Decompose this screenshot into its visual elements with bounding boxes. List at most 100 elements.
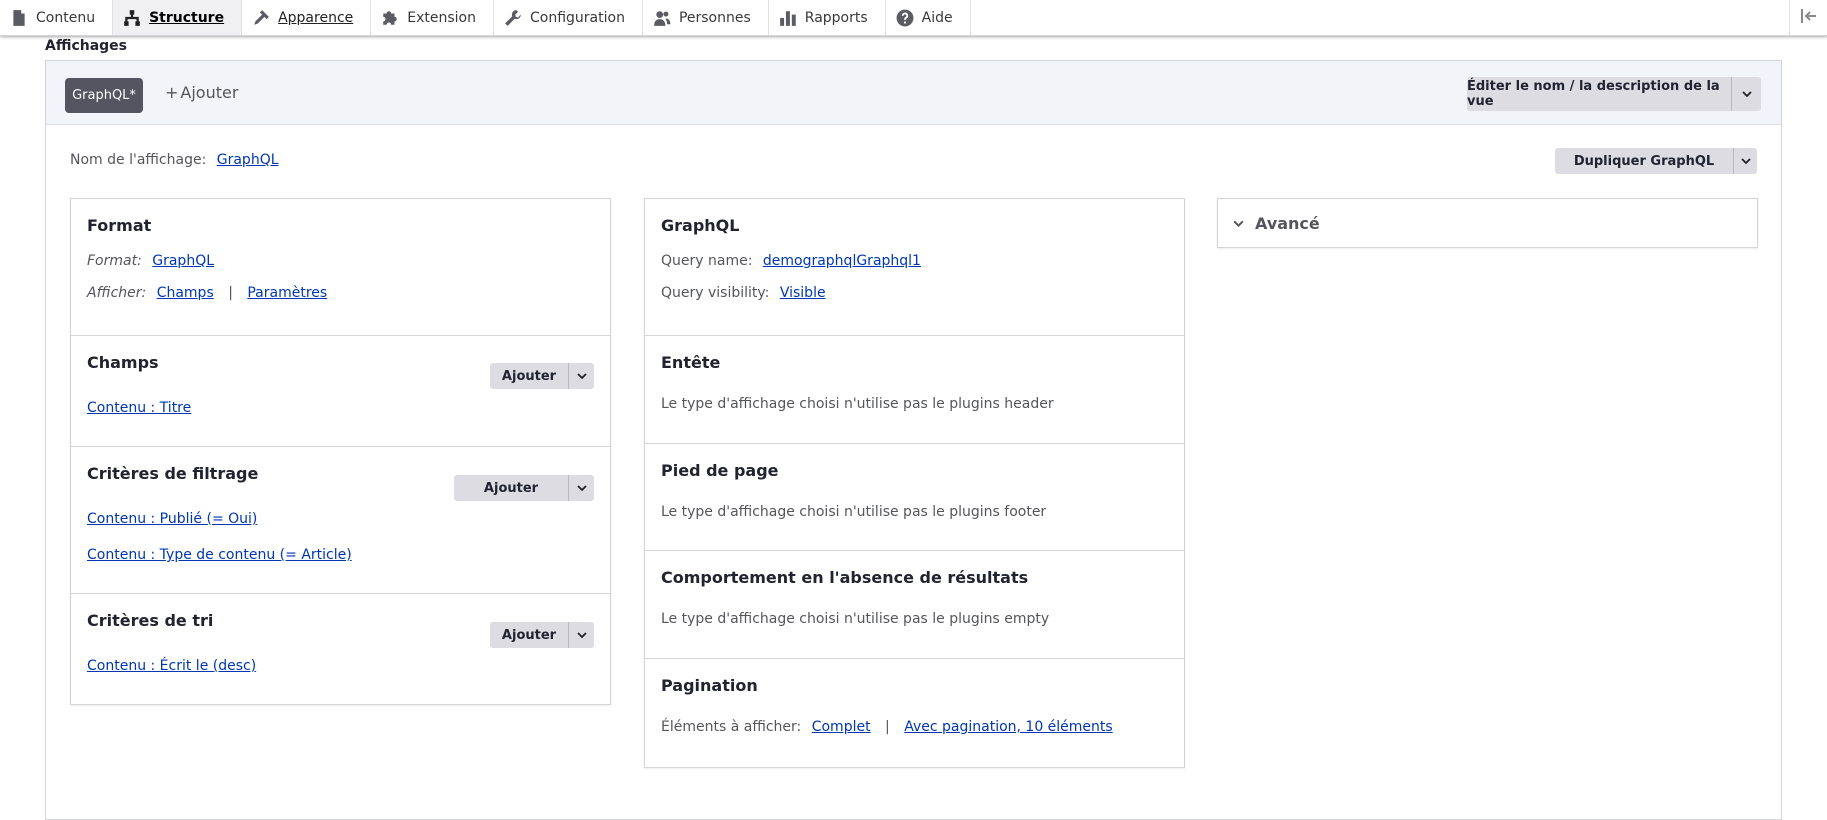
duplicate-dropbutton: Dupliquer GraphQL — [1555, 148, 1757, 174]
edit-view-name-dropbutton: Éditer le nom / la description de la vue — [1467, 77, 1761, 111]
toolbar-item-extension[interactable]: Extension — [371, 0, 494, 35]
fields-section: Champs Ajouter Contenu : Titre — [71, 336, 610, 447]
toolbar-item-structure[interactable]: Structure — [113, 0, 243, 35]
items-link[interactable]: Complet — [812, 719, 871, 735]
query-visibility-row: Query visibility: Visible — [661, 283, 1168, 303]
section-heading: Pagination — [661, 676, 758, 695]
wrench-icon — [504, 9, 522, 27]
header-section: Entête Le type d'affichage choisi n'util… — [645, 336, 1184, 444]
query-name-link[interactable]: demographqlGraphql1 — [763, 253, 921, 269]
display-tabs-bar: GraphQL* + Ajouter Éditer le nom / la de… — [46, 61, 1781, 125]
graphql-section: GraphQL Query name: demographqlGraphql1 … — [645, 199, 1184, 336]
filter-item: Contenu : Publié (= Oui) — [87, 509, 594, 529]
dropbutton-toggle[interactable] — [568, 622, 594, 648]
pager-section: Pagination Éléments à afficher: Complet … — [645, 659, 1184, 767]
add-sort-dropbutton: Ajouter — [490, 622, 594, 648]
page-title: Affichages — [45, 38, 128, 54]
chevron-down-icon — [576, 485, 587, 492]
toolbar-label: Rapports — [804, 9, 868, 26]
middle-column: GraphQL Query name: demographqlGraphql1 … — [644, 198, 1185, 768]
pager-link[interactable]: Avec pagination, 10 éléments — [904, 719, 1113, 735]
add-display-label: Ajouter — [180, 83, 239, 102]
toolbar-item-rapports[interactable]: Rapports — [769, 0, 886, 35]
chevron-down-icon — [1741, 91, 1752, 98]
advanced-label: Avancé — [1255, 213, 1320, 233]
separator: | — [885, 719, 890, 735]
toolbar-item-aide[interactable]: Aide — [886, 0, 971, 35]
toolbar-item-contenu[interactable]: Contenu — [0, 0, 114, 35]
toolbar-label: Personnes — [678, 9, 751, 26]
filter-item: Contenu : Type de contenu (= Article) — [87, 545, 594, 565]
section-heading: Comportement en l'absence de résultats — [661, 568, 1029, 587]
plus-icon: + — [165, 83, 179, 102]
dropbutton-toggle[interactable] — [1733, 148, 1757, 174]
add-filter-dropbutton: Ajouter — [454, 475, 594, 501]
footer-note: Le type d'affichage choisi n'utilise pas… — [661, 504, 1047, 520]
show-fields-link[interactable]: Champs — [157, 285, 214, 301]
toolbar-label: Extension — [407, 9, 476, 26]
sort-link[interactable]: Contenu : Écrit le (desc) — [87, 658, 256, 674]
section-heading: Entête — [661, 353, 721, 372]
tab-graphql[interactable]: GraphQL* — [65, 78, 143, 113]
query-visibility-link[interactable]: Visible — [780, 285, 826, 301]
display-name-row: Nom de l'affichage: GraphQL — [70, 152, 279, 168]
toolbar-item-personnes[interactable]: Personnes — [643, 0, 769, 35]
toolbar-label: Aide — [921, 9, 953, 26]
filter-link[interactable]: Contenu : Type de contenu (= Article) — [87, 547, 352, 563]
people-icon — [653, 9, 671, 27]
show-label: Afficher: — [87, 285, 147, 301]
admin-toolbar: Contenu Structure Apparence Extension Co… — [0, 0, 1827, 36]
format-section: Format Format: GraphQL Afficher: Champs … — [71, 199, 610, 336]
section-heading: Pied de page — [661, 461, 779, 480]
display-name-link[interactable]: GraphQL — [217, 152, 279, 168]
show-settings-link[interactable]: Paramètres — [247, 285, 327, 301]
puzzle-icon — [381, 9, 399, 27]
items-label: Éléments à afficher: — [661, 719, 802, 735]
pager-row: Éléments à afficher: Complet | Avec pagi… — [661, 717, 1168, 737]
sorts-section: Critères de tri Ajouter Contenu : Écrit … — [71, 594, 610, 704]
add-sort-button[interactable]: Ajouter — [490, 622, 568, 648]
bar-chart-icon — [779, 9, 797, 27]
toolbar-item-apparence[interactable]: Apparence — [242, 0, 372, 35]
add-filter-button[interactable]: Ajouter — [454, 475, 568, 501]
separator: | — [228, 285, 233, 301]
empty-section: Comportement en l'absence de résultats L… — [645, 551, 1184, 659]
toolbar-collapse-toggle[interactable] — [1789, 0, 1827, 35]
filter-link[interactable]: Contenu : Publié (= Oui) — [87, 511, 257, 527]
page-icon — [10, 9, 28, 27]
toolbar-label: Contenu — [36, 9, 96, 26]
edit-view-name-button[interactable]: Éditer le nom / la description de la vue — [1467, 77, 1731, 111]
add-field-dropbutton: Ajouter — [490, 363, 594, 389]
chevron-down-icon — [576, 632, 587, 639]
query-visibility-label: Query visibility: — [661, 285, 770, 301]
dropbutton-toggle[interactable] — [1731, 77, 1761, 111]
format-link[interactable]: GraphQL — [152, 253, 214, 269]
help-icon — [896, 9, 914, 27]
add-display-button[interactable]: + Ajouter — [165, 83, 238, 102]
toolbar-label: Structure — [149, 9, 225, 26]
add-field-button[interactable]: Ajouter — [490, 363, 568, 389]
structure-icon — [123, 9, 141, 27]
chevron-down-icon — [576, 373, 587, 380]
field-item: Contenu : Titre — [87, 398, 594, 418]
field-link[interactable]: Contenu : Titre — [87, 400, 191, 416]
views-display-panel: GraphQL* + Ajouter Éditer le nom / la de… — [45, 60, 1782, 820]
filters-section: Critères de filtrage Ajouter Contenu : P… — [71, 447, 610, 594]
query-name-label: Query name: — [661, 253, 753, 269]
dropbutton-toggle[interactable] — [568, 475, 594, 501]
advanced-toggle[interactable]: Avancé — [1217, 198, 1758, 248]
display-name-label: Nom de l'affichage: — [70, 152, 207, 168]
section-heading: GraphQL — [661, 216, 740, 235]
duplicate-button[interactable]: Dupliquer GraphQL — [1555, 148, 1733, 174]
brush-icon — [252, 9, 270, 27]
empty-note: Le type d'affichage choisi n'utilise pas… — [661, 611, 1050, 627]
toolbar-label: Apparence — [278, 9, 354, 26]
collapse-left-icon — [1800, 8, 1818, 28]
toolbar-item-configuration[interactable]: Configuration — [494, 0, 643, 35]
chevron-down-icon — [1740, 158, 1751, 165]
toolbar-label: Configuration — [530, 9, 625, 26]
query-name-row: Query name: demographqlGraphql1 — [661, 251, 1168, 271]
header-note: Le type d'affichage choisi n'utilise pas… — [661, 396, 1054, 412]
format-row: Format: GraphQL — [87, 251, 594, 271]
dropbutton-toggle[interactable] — [568, 363, 594, 389]
